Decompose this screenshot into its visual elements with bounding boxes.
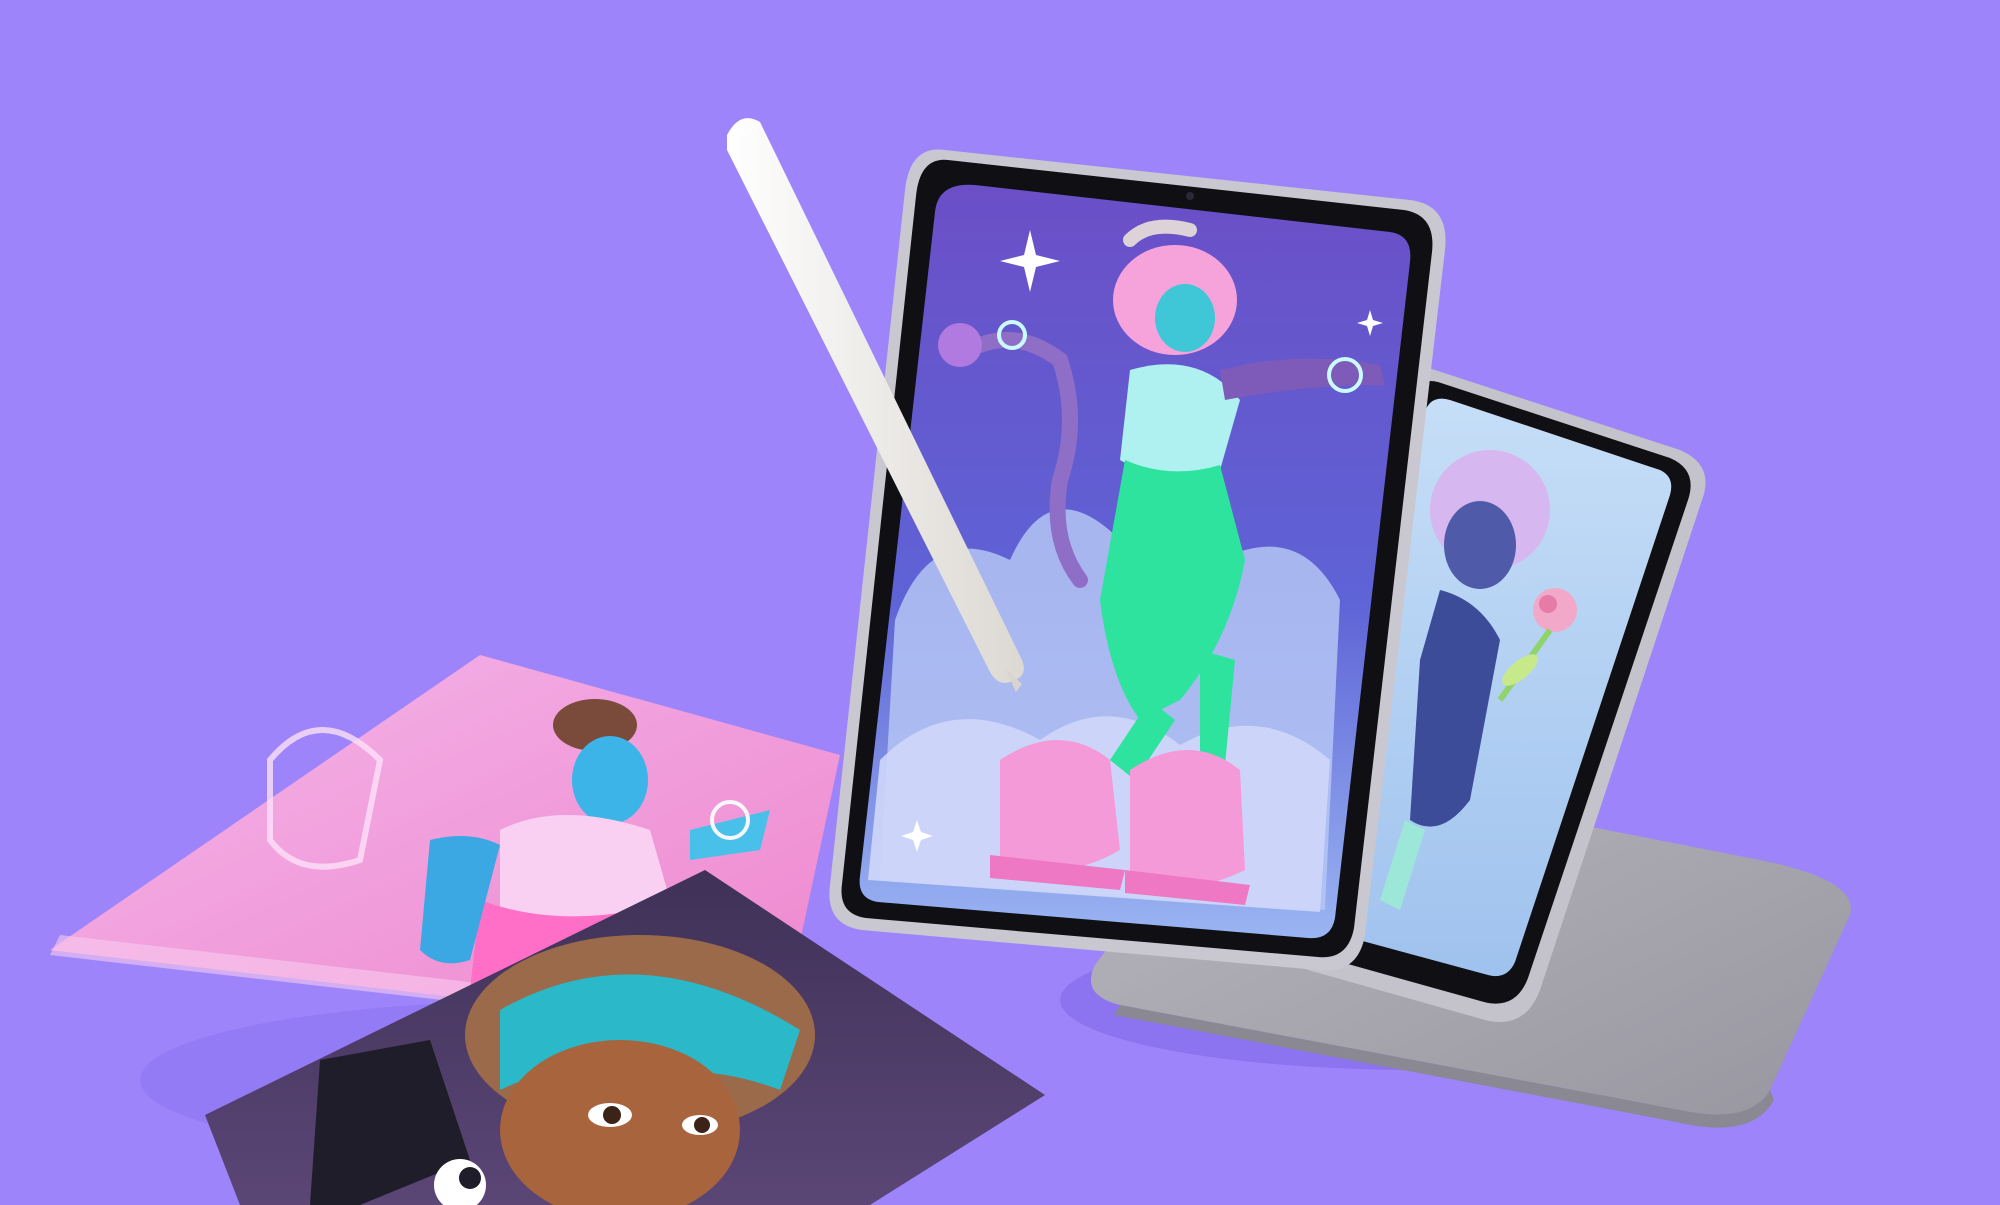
- figure-face: [1155, 284, 1215, 352]
- product-scene: [0, 0, 2000, 1205]
- boot-shape: [1000, 740, 1120, 871]
- boot-shape: [1130, 750, 1245, 887]
- camera-icon: [1186, 192, 1194, 200]
- scene-illustration: [0, 0, 2000, 1205]
- figure-face: [572, 736, 648, 824]
- flower-icon: [1533, 588, 1577, 632]
- figure-face: [1444, 501, 1516, 589]
- tablet-front: [829, 149, 1446, 971]
